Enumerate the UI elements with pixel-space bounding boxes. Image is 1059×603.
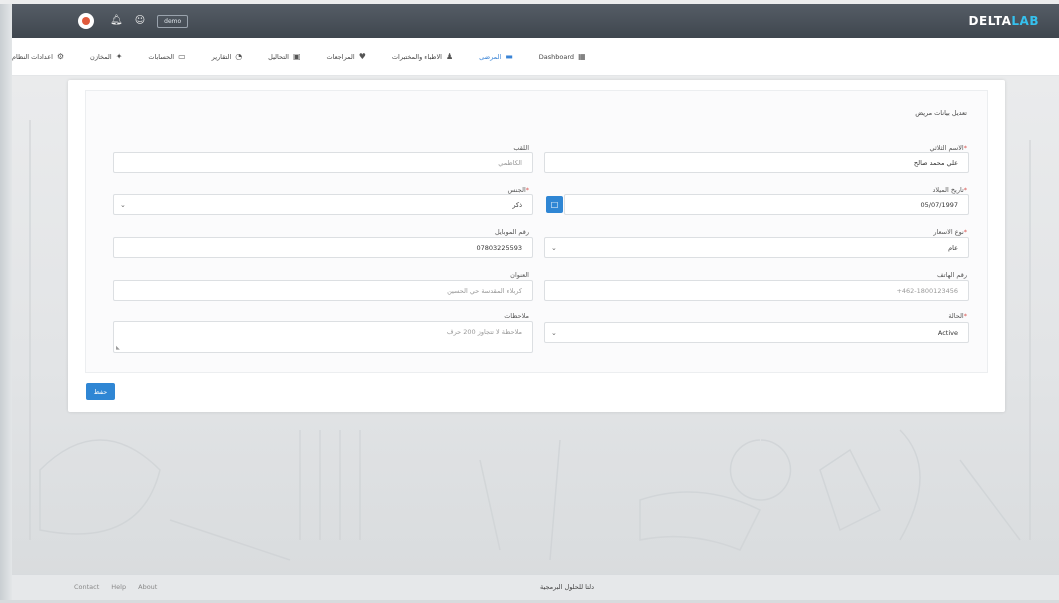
mobile-field[interactable]: 07803225593 (113, 237, 533, 258)
nav-item-doctors-labs[interactable]: ♟ الاطباء والمختبرات (392, 52, 453, 61)
footer-company: دلتا للحلول البرمجية (540, 583, 594, 591)
status-label: *الحالة (948, 312, 967, 320)
phone-label: رقم الهاتف (937, 271, 967, 279)
gender-label: *الجنس (508, 186, 529, 194)
heart-icon: ♥ (358, 52, 366, 61)
required-mark: * (963, 186, 967, 194)
footer-link-help[interactable]: Help (111, 583, 126, 591)
nav-label: Dashboard (538, 52, 575, 61)
user-icon[interactable]: ☺ (135, 16, 145, 26)
chevron-down-icon: ⌄ (551, 244, 557, 252)
chevron-down-icon: ⌄ (120, 201, 126, 209)
money-icon: ▭ (178, 52, 186, 61)
nav-label: التقارير (211, 52, 232, 61)
nav-label: المرضى (479, 52, 502, 61)
dashboard-icon: ▦ (578, 52, 586, 61)
full-name-label: *الاسم الثلاثي (930, 144, 967, 152)
user-menu-button[interactable]: demo (157, 14, 189, 28)
address-label: العنوان (510, 271, 529, 279)
nav-label: المراجعات (326, 52, 355, 61)
footer: Contact Help About دلتا للحلول البرمجية (12, 574, 1059, 600)
price-type-value: عام (948, 243, 958, 252)
left-edge-strip (0, 4, 12, 600)
nav-item-stores[interactable]: ✦ المخازن (90, 52, 122, 61)
briefcase-icon: ▣ (292, 52, 301, 61)
birth-date-field[interactable]: 05/07/1997 (564, 194, 969, 215)
notes-label: ملاحظات (504, 312, 529, 320)
pie-chart-icon: ◔ (235, 52, 243, 61)
mobile-label: رقم الموبايل (494, 228, 529, 236)
gear-icon: ⚙ (56, 52, 65, 61)
required-mark: * (963, 312, 967, 320)
nav-item-accounts[interactable]: ▭ الحسابات (148, 52, 185, 61)
resize-grip-icon[interactable]: ◣ (116, 345, 120, 351)
price-type-select[interactable]: ⌄ عام (544, 237, 969, 258)
nav-item-tests[interactable]: ▣ التحاليل (268, 52, 300, 61)
nav-label: الحسابات (148, 52, 175, 61)
nav-label: التحاليل (268, 52, 289, 61)
status-label-text: الحالة (948, 312, 964, 320)
required-mark: * (963, 228, 967, 236)
address-field[interactable]: كربلاء المقدسة حي الحسين (113, 280, 533, 301)
brand-accent: LAB (1011, 14, 1039, 28)
gender-value: ذكر (512, 200, 522, 209)
main-nav: ▦ Dashboard ▬ المرضى ♟ الاطباء والمختبرا… (12, 38, 1059, 76)
calendar-icon[interactable]: □ (546, 196, 563, 213)
status-select[interactable]: ⌄ Active (544, 322, 969, 343)
bell-icon[interactable]: 🔔︎ (110, 16, 123, 26)
required-mark: * (525, 186, 529, 194)
footer-link-about[interactable]: About (138, 583, 157, 591)
status-value: Active (937, 328, 958, 337)
full-name-label-text: الاسم الثلاثي (929, 144, 964, 152)
doctor-icon: ♟ (445, 52, 454, 61)
bed-icon: ▬ (505, 52, 513, 61)
nav-item-reports[interactable]: ◔ التقارير (212, 52, 243, 61)
notes-textarea[interactable]: ملاحظة لا تتجاوز 200 حرف ◣ (113, 321, 533, 353)
nav-label: المخازن (90, 52, 112, 61)
form-panel: تعديل بيانات مريض *الاسم الثلاثي علي محم… (85, 90, 988, 373)
save-button[interactable]: حفظ (86, 383, 115, 400)
brand-logo: DELTALAB (969, 14, 1039, 28)
required-mark: * (963, 144, 967, 152)
gender-label-text: الجنس (507, 186, 526, 194)
nav-label: الاطباء والمختبرات (391, 52, 442, 61)
footer-links: Contact Help About (74, 583, 157, 591)
gender-select[interactable]: ⌄ ذكر (113, 194, 533, 215)
logo-icon[interactable] (78, 13, 94, 29)
top-bar-left: 🔔︎ ☺ demo (78, 13, 189, 29)
notes-placeholder: ملاحظة لا تتجاوز 200 حرف (446, 328, 522, 336)
birth-date-label-text: تاريخ الميلاد (932, 186, 964, 194)
full-name-field[interactable]: علي محمد صالح (544, 152, 969, 173)
nav-label: اعدادات النظام (12, 52, 53, 61)
surname-label: اللقب (513, 144, 529, 152)
nav-item-visits[interactable]: ♥ المراجعات (327, 52, 366, 61)
price-type-label: *نوع الاسعار (933, 228, 967, 236)
footer-link-contact[interactable]: Contact (74, 583, 99, 591)
phone-field[interactable]: +462-1800123456 (544, 280, 969, 301)
edit-patient-card: تعديل بيانات مريض *الاسم الثلاثي علي محم… (68, 80, 1005, 412)
page-title: تعديل بيانات مريض (915, 109, 967, 117)
brand-main: DELTA (968, 14, 1012, 28)
nav-item-settings[interactable]: ⚙ اعدادات النظام (12, 52, 64, 61)
chevron-down-icon: ⌄ (551, 329, 557, 337)
handshake-icon: ✦ (115, 52, 123, 61)
nav-item-dashboard[interactable]: ▦ Dashboard (539, 52, 586, 61)
surname-field[interactable]: الكاظمي (113, 152, 533, 173)
top-bar: 🔔︎ ☺ demo DELTALAB (12, 4, 1059, 38)
nav-item-patients[interactable]: ▬ المرضى (479, 52, 513, 61)
birth-date-label: *تاريخ الميلاد (932, 186, 967, 194)
price-type-label-text: نوع الاسعار (933, 228, 964, 236)
